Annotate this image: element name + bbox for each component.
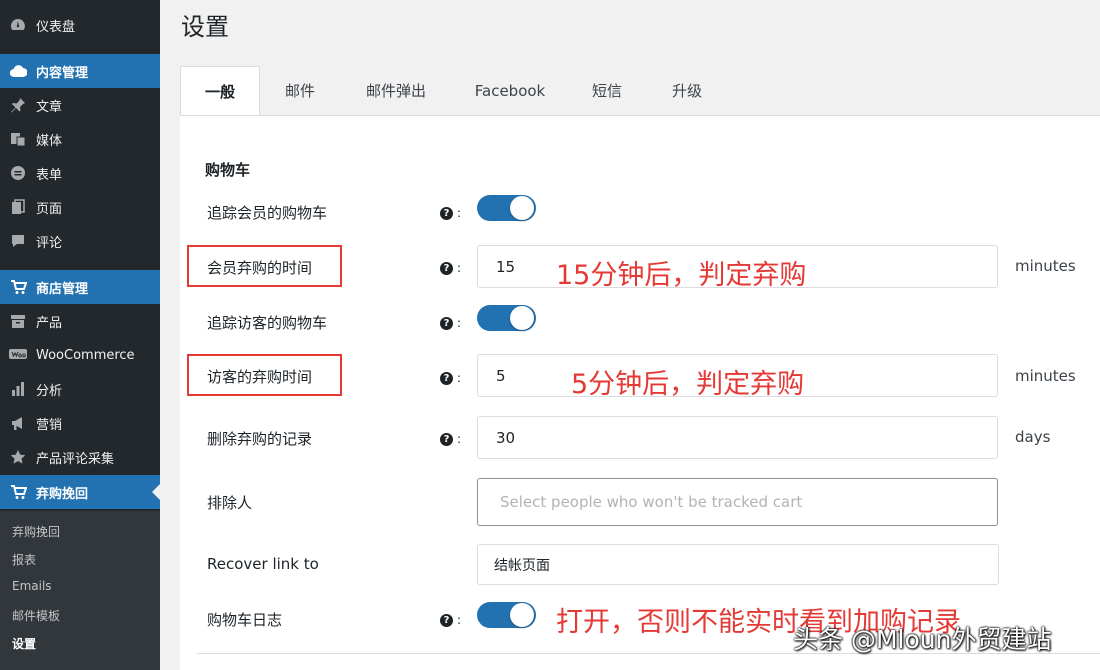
tab-general[interactable]: 一般 [180,66,260,116]
sidebar-item-label: 分析 [36,383,63,399]
sidebar-item-label: 媒体 [36,133,63,149]
star-icon [9,448,27,466]
help-tooltip[interactable]: ?: [440,613,461,627]
sidebar-item-posts[interactable]: 文章 [0,88,160,122]
tab-facebook[interactable]: Facebook [462,66,558,115]
sidebar-item-store[interactable]: 商店管理 [0,270,160,304]
exclude-people-label: 排除人 [207,494,253,512]
sidebar-item-label: 表单 [36,167,63,183]
pin-icon [9,96,27,114]
archive-icon [9,312,27,330]
cart-log-label: 购物车日志 [207,611,283,629]
page-icon [9,198,27,216]
sidebar-item-marketing[interactable]: 营销 [0,406,160,440]
help-tooltip[interactable]: ?: [440,432,461,446]
help-tooltip[interactable]: ?: [440,371,461,385]
sidebar-item-media[interactable]: 媒体 [0,122,160,156]
track-guest-cart-toggle[interactable] [477,305,536,331]
annotation-member: 15分钟后，判定弃购 [556,260,807,291]
form-icon [9,164,27,182]
sidebar-item-label: 文章 [36,99,63,115]
toggle-knob [510,196,534,220]
help-tooltip[interactable]: ?: [440,261,461,275]
dashboard-icon [9,16,27,34]
sidebar-item-content[interactable]: 内容管理 [0,54,160,88]
submenu-item-recovery[interactable]: 弃购挽回 [12,523,60,540]
question-icon: ? [440,432,453,446]
tab-email[interactable]: 邮件 [260,66,340,115]
sidebar-item-review-collect[interactable]: 产品评论采集 [0,440,160,474]
track-member-cart-toggle[interactable] [477,195,536,221]
media-icon [9,130,27,148]
help-tooltip[interactable]: ?: [440,316,461,330]
unit-label: minutes [1015,367,1076,385]
sidebar-item-products[interactable]: 产品 [0,304,160,338]
megaphone-icon [9,414,27,432]
sidebar-item-analytics[interactable]: 分析 [0,372,160,406]
sidebar-item-forms[interactable]: 表单 [0,156,160,190]
sidebar-item-label: 营销 [36,417,63,433]
sidebar-item-label: 内容管理 [36,65,89,81]
sidebar-item-label: 商店管理 [36,281,89,297]
page-title: 设置 [181,13,229,41]
submenu-cart-recovery: 弃购挽回 报表 Emails 邮件模板 设置 [0,511,160,670]
sidebar-item-woocommerce[interactable]: WooCommerce [0,338,160,372]
sidebar-item-label: 弃购挽回 [36,486,89,502]
recover-link-select[interactable]: 结帐页面 [477,544,999,585]
submenu-item-settings[interactable]: 设置 [12,635,36,652]
watermark: 头条 @Mloun外贸建站 [793,625,1052,654]
toggle-knob [510,603,534,627]
comment-icon [9,232,27,250]
sidebar-item-label: WooCommerce [36,347,135,363]
woo-icon [9,346,27,364]
sidebar-item-comments[interactable]: 评论 [0,224,160,258]
sidebar-item-label: 页面 [36,201,63,217]
toggle-knob [510,306,534,330]
delete-records-input[interactable]: 30 [477,416,998,459]
unit-label: days [1015,428,1051,446]
sidebar-item-label: 产品 [36,315,63,331]
sidebar-item-label: 仪表盘 [36,19,76,35]
exclude-people-select[interactable]: Select people who won't be tracked cart [477,478,998,526]
cart-log-toggle[interactable] [477,602,536,628]
chart-icon [9,380,27,398]
question-icon: ? [440,613,453,627]
member-abandon-time-label: 会员弃购的时间 [207,259,313,277]
question-icon: ? [440,316,453,330]
sidebar-item-label: 产品评论采集 [36,451,115,467]
section-title: 购物车 [205,161,251,179]
admin-sidebar: 仪表盘 内容管理 文章 媒体 表单 页面 评论 商店管理 产品 WooComme… [0,0,160,670]
sidebar-item-pages[interactable]: 页面 [0,190,160,224]
question-icon: ? [440,206,453,220]
track-member-cart-label: 追踪会员的购物车 [207,204,328,222]
help-tooltip[interactable]: ?: [440,206,461,220]
unit-label: minutes [1015,257,1076,275]
sidebar-item-label: 评论 [36,235,63,251]
tab-upgrade[interactable]: 升级 [658,66,716,115]
tab-email-popup[interactable]: 邮件弹出 [350,66,442,115]
cart-icon [9,278,27,296]
delete-records-label: 删除弃购的记录 [207,430,313,448]
track-guest-cart-label: 追踪访客的购物车 [207,314,328,332]
guest-abandon-time-label: 访客的弃购时间 [207,368,313,386]
submenu-item-reports[interactable]: 报表 [12,551,36,568]
cart-icon [9,483,27,501]
cloud-icon [9,62,27,80]
sidebar-item-cart-recovery[interactable]: 弃购挽回 [0,475,160,509]
settings-tabs: 一般 邮件 邮件弹出 Facebook 短信 升级 [180,66,1100,116]
submenu-item-email-templates[interactable]: 邮件模板 [12,607,60,624]
recover-link-label: Recover link to [207,555,319,573]
annotation-guest: 5分钟后，判定弃购 [571,369,805,400]
submenu-item-emails[interactable]: Emails [12,579,52,593]
tab-sms[interactable]: 短信 [578,66,636,115]
sidebar-item-dashboard[interactable]: 仪表盘 [0,8,160,42]
question-icon: ? [440,371,453,385]
question-icon: ? [440,261,453,275]
